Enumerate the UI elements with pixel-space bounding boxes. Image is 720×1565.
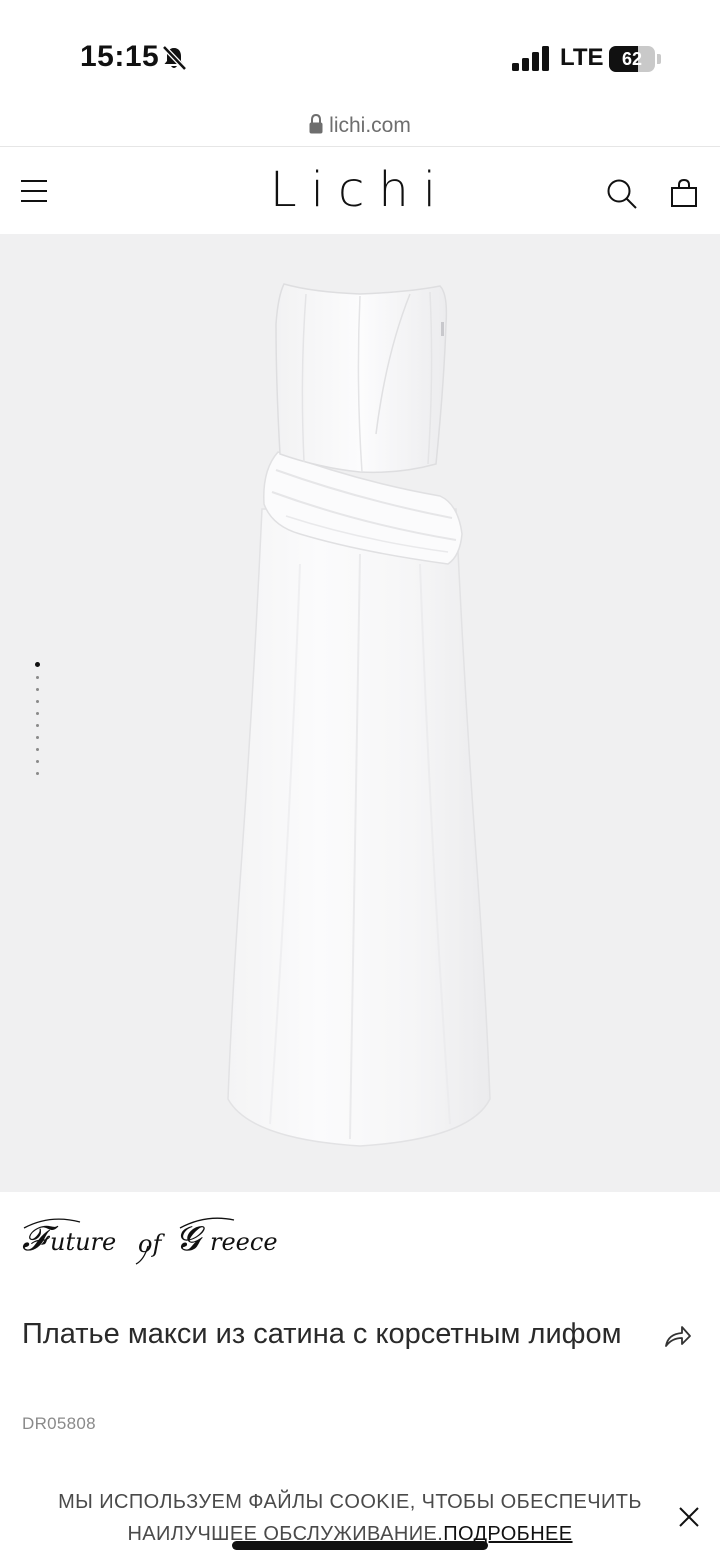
pager-dot[interactable] — [36, 700, 39, 703]
pager-dot[interactable] — [36, 772, 39, 775]
status-time: 15:15 — [80, 40, 160, 73]
home-indicator — [232, 1541, 488, 1550]
bag-icon[interactable] — [670, 178, 698, 208]
url-text: lichi.com — [329, 114, 411, 137]
product-image[interactable] — [0, 234, 720, 1192]
product-sku: DR05808 — [22, 1414, 96, 1433]
pager-dot[interactable] — [36, 748, 39, 751]
pager-dot[interactable] — [36, 736, 39, 739]
status-bar: 15:15 LTE 62 — [0, 0, 720, 100]
search-icon[interactable] — [606, 178, 638, 210]
battery-icon: 62 — [609, 46, 661, 72]
product-gallery[interactable] — [0, 234, 720, 1192]
pager-dot[interactable] — [36, 676, 39, 679]
gallery-pager[interactable] — [34, 662, 44, 775]
svg-text:uture: uture — [50, 1228, 116, 1256]
network-label: LTE — [560, 44, 604, 71]
pager-dot[interactable] — [36, 712, 39, 715]
site-header: Lichi — [0, 148, 720, 233]
product-title: Платье макси из сатина с корсетным лифом — [22, 1318, 622, 1350]
lock-icon — [309, 114, 323, 134]
pager-dot[interactable] — [35, 662, 40, 667]
battery-level: 62 — [621, 49, 643, 69]
address-bar[interactable]: lichi.com — [0, 100, 720, 147]
svg-text:of: of — [138, 1230, 165, 1258]
pager-dot[interactable] — [36, 688, 39, 691]
svg-text:reece: reece — [210, 1228, 278, 1256]
bell-slash-icon — [162, 45, 187, 71]
signal-icon — [512, 46, 549, 71]
share-icon[interactable] — [664, 1324, 692, 1350]
close-icon[interactable] — [678, 1506, 700, 1528]
pager-dot[interactable] — [36, 760, 39, 763]
pager-dot[interactable] — [36, 724, 39, 727]
brand-logo[interactable]: 𝓕 uture of 𝓖 reece — [20, 1208, 300, 1268]
svg-text:𝓖: 𝓖 — [176, 1219, 205, 1259]
